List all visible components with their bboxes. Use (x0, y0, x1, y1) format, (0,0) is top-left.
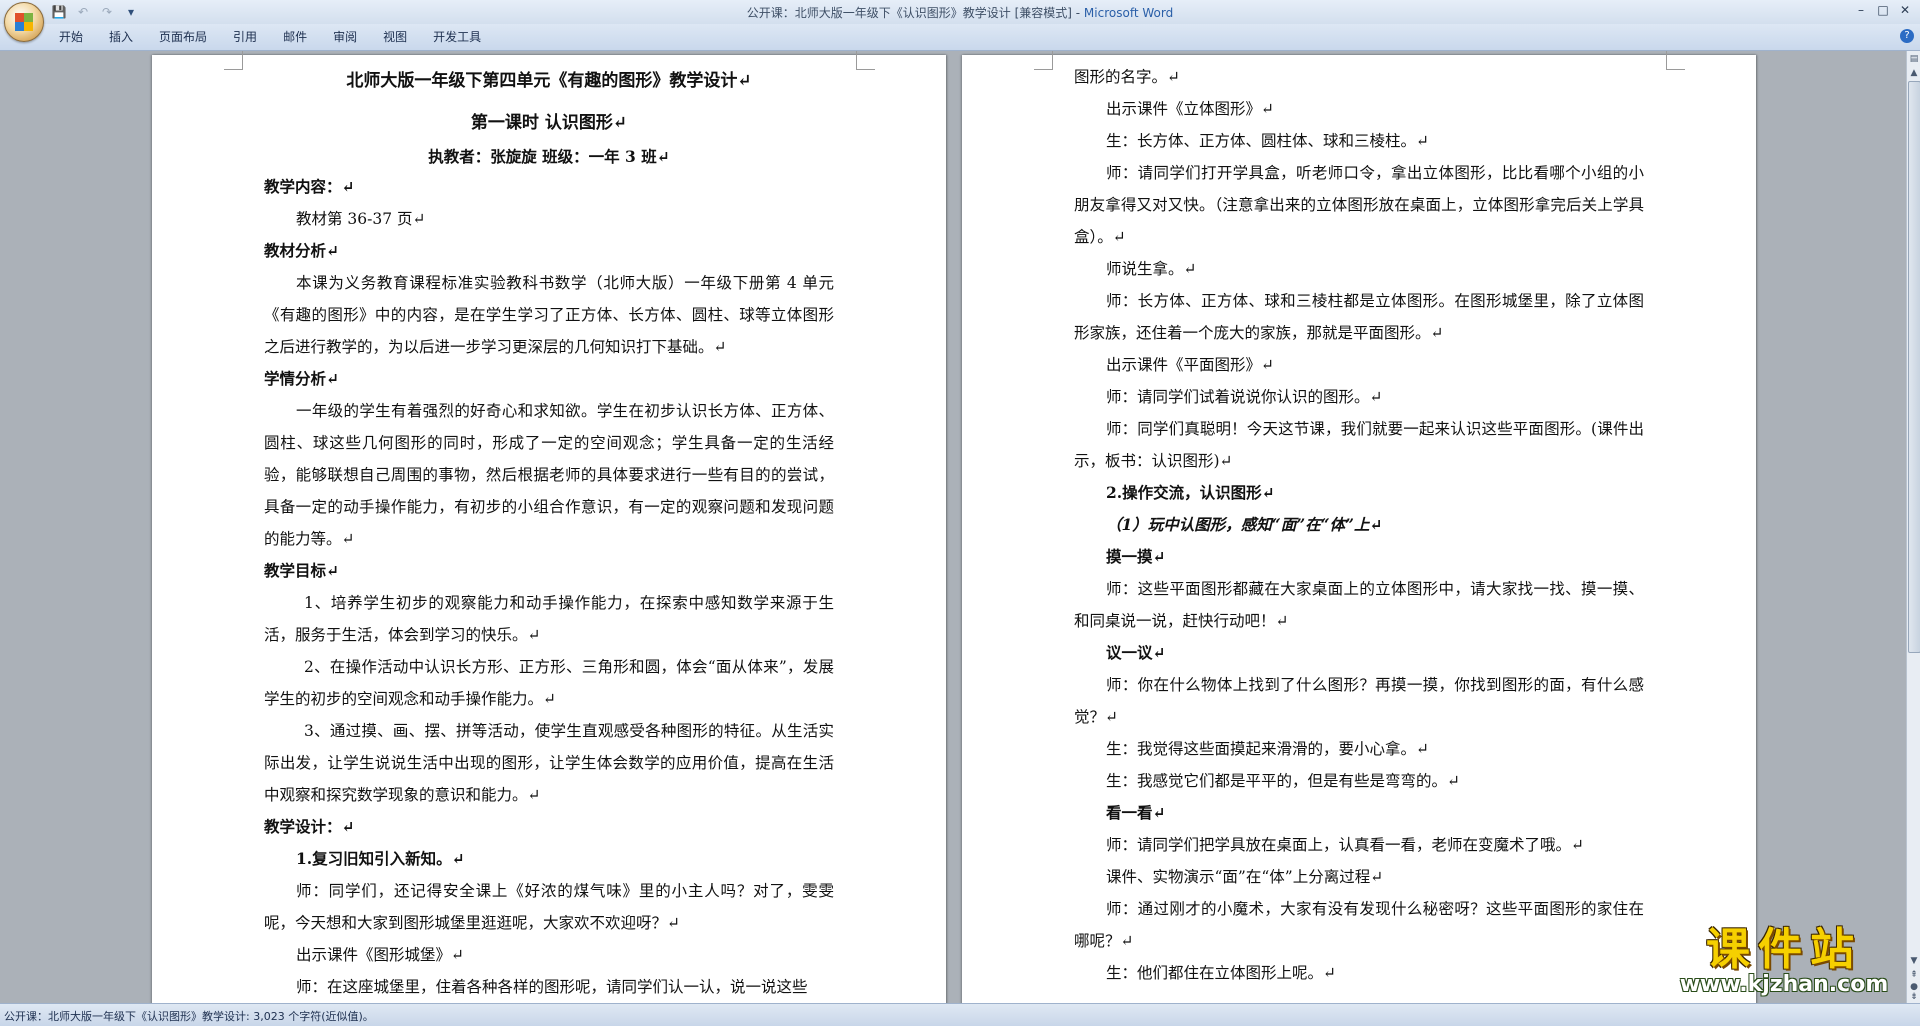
subsection-heading: （1）玩中认图形，感知“面”在“体”上↵ (1106, 515, 1383, 534)
paragraph: 生：我感觉它们都是平平的，但是有些是弯弯的。↵ (1106, 772, 1460, 790)
paragraph: 本课为义务教育课程标准实验教科书数学（北师大版）一年级下册第 4 单元《有趣的图… (264, 274, 834, 356)
watermark-title: 课件站 (1706, 924, 1862, 975)
paragraph: 出示课件《立体图形》↵ (1106, 100, 1274, 118)
minimize-button[interactable]: – (1850, 0, 1872, 20)
office-button[interactable] (4, 2, 44, 42)
paragraph: 2、在操作活动中认识长方形、正方形、三角形和圆，体会“面从体来”，发展学生的初步… (264, 658, 834, 708)
window-title: 公开课：北师大版一年级下《认识图形》教学设计 [兼容模式] - Microsof… (0, 4, 1920, 21)
vertical-scrollbar[interactable]: ▤ ▲ ▼ ⇞ ● ⇟ (1906, 51, 1920, 1003)
paragraph: 出示课件《图形城堡》↵ (296, 946, 464, 964)
paragraph: 师：请同学们把学具放在桌面上，认真看一看，老师在变魔术了哦。↵ (1106, 836, 1584, 854)
status-text: 公开课：北师大版一年级下《认识图形》教学设计: 3,023 个字符(近似值)。 (4, 1010, 374, 1023)
watermark-logo: 课件站 www.kjzhan.com (1668, 927, 1900, 999)
tab-review[interactable]: 审阅 (320, 29, 370, 45)
paragraph: 生：他们都住在立体图形上呢。↵ (1106, 964, 1336, 982)
lesson-heading: 第一课时 认识图形↵ (470, 113, 628, 133)
teacher-class-line: 执教者：张旋旋 班级：一年 3 班↵ (428, 147, 670, 166)
paragraph: 出示课件《平面图形》↵ (1106, 356, 1274, 374)
activity-heading: 议一议↵ (1106, 643, 1166, 662)
activity-heading: 摸一摸↵ (1106, 547, 1166, 566)
document-page-left: 北师大版一年级下第四单元《有趣的图形》教学设计↵ 第一课时 认识图形↵ 执教者：… (152, 51, 946, 1003)
subsection-heading: 1.复习旧知引入新知。↵ (296, 849, 465, 868)
paragraph: 3、通过摸、画、摆、拼等活动，使学生直观感受各种图形的特征。从生活实际出发，让学… (264, 722, 834, 804)
status-bar: 公开课：北师大版一年级下《认识图形》教学设计: 3,023 个字符(近似值)。 (0, 1003, 1920, 1026)
paragraph: 师：同学们，还记得安全课上《好浓的煤气味》里的小主人吗？对了，雯雯呢，今天想和大… (264, 882, 834, 932)
subsection-heading: 2.操作交流，认识图形↵ (1106, 483, 1275, 502)
paragraph: 教材第 36-37 页↵ (296, 210, 426, 228)
document-page-right: 图形的名字。↵ 出示课件《立体图形》↵ 生：长方体、正方体、圆柱体、球和三棱柱。… (962, 51, 1756, 1003)
tab-view[interactable]: 视图 (370, 29, 420, 45)
paragraph: 师：同学们真聪明！今天这节课，我们就要一起来认识这些平面图形。(课件出示，板书：… (1074, 420, 1644, 470)
document-workspace: 北师大版一年级下第四单元《有趣的图形》教学设计↵ 第一课时 认识图形↵ 执教者：… (0, 51, 1906, 1003)
paragraph: 师：请同学们试着说说你认识的图形。↵ (1106, 388, 1383, 406)
close-button[interactable]: ✕ (1894, 0, 1916, 20)
help-icon[interactable]: ? (1900, 29, 1914, 43)
section-heading: 教学内容：↵ (264, 177, 355, 196)
activity-heading: 看一看↵ (1106, 803, 1166, 822)
section-heading: 教材分析↵ (264, 241, 339, 260)
tab-mailings[interactable]: 邮件 (270, 29, 320, 45)
next-page-icon[interactable]: ⇟ (1908, 991, 1920, 1003)
ruler-toggle-icon[interactable]: ▤ (1908, 53, 1920, 65)
margin-mark (1666, 51, 1685, 70)
previous-page-icon[interactable]: ⇞ (1908, 969, 1920, 981)
tab-home[interactable]: 开始 (46, 29, 96, 45)
window-controls: – □ ✕ (1850, 0, 1916, 20)
margin-mark (1034, 51, 1053, 70)
paragraph: 生：我觉得这些面摸起来滑滑的，要小心拿。↵ (1106, 740, 1429, 758)
scroll-thumb[interactable] (1908, 81, 1920, 653)
paragraph: 师说生拿。↵ (1106, 260, 1197, 278)
paragraph: 师：这些平面图形都藏在大家桌面上的立体图形中，请大家找一找、摸一摸、和同桌说一说… (1074, 580, 1644, 630)
paragraph: 生：长方体、正方体、圆柱体、球和三棱柱。↵ (1106, 132, 1429, 150)
paragraph: 课件、实物演示“面”在“体”上分离过程↵ (1106, 868, 1384, 886)
tab-page-layout[interactable]: 页面布局 (146, 29, 220, 45)
document-title-heading: 北师大版一年级下第四单元《有趣的图形》教学设计↵ (346, 71, 752, 91)
paragraph: 师：在这座城堡里，住着各种各样的图形呢，请同学们认一认，说一说这些 (296, 978, 808, 996)
watermark-url: www.kjzhan.com (1679, 972, 1889, 997)
paragraph: 师：你在什么物体上找到了什么图形？再摸一摸，你找到图形的面，有什么感觉？↵ (1074, 676, 1644, 726)
tab-developer[interactable]: 开发工具 (420, 29, 494, 45)
section-heading: 学情分析↵ (264, 369, 339, 388)
section-heading: 教学设计：↵ (264, 817, 355, 836)
restore-button[interactable]: □ (1872, 0, 1894, 20)
scroll-up-icon[interactable]: ▲ (1908, 67, 1920, 79)
section-heading: 教学目标↵ (264, 561, 339, 580)
paragraph: 师：请同学们打开学具盒，听老师口令，拿出立体图形，比比看哪个小组的小朋友拿得又对… (1074, 164, 1644, 246)
paragraph: 1、培养学生初步的观察能力和动手操作能力，在探索中感知数学来源于生活，服务于生活… (264, 594, 834, 644)
scroll-down-icon[interactable]: ▼ (1908, 955, 1920, 967)
paragraph: 师：通过刚才的小魔术，大家有没有发现什么秘密呀？这些平面图形的家住在哪呢？↵ (1074, 900, 1644, 950)
tab-references[interactable]: 引用 (220, 29, 270, 45)
ribbon-tabs: 开始 插入 页面布局 引用 邮件 审阅 视图 开发工具 (46, 29, 494, 45)
paragraph: 师：长方体、正方体、球和三棱柱都是立体图形。在图形城堡里，除了立体图形家族，还住… (1074, 292, 1644, 342)
ribbon-tabs-bar: 开始 插入 页面布局 引用 邮件 审阅 视图 开发工具 ? (0, 24, 1920, 51)
tab-insert[interactable]: 插入 (96, 29, 146, 45)
paragraph: 一年级的学生有着强烈的好奇心和求知欲。学生在初步认识长方体、正方体、圆柱、球这些… (264, 402, 834, 548)
office-logo-icon (15, 13, 33, 31)
document-title: 公开课：北师大版一年级下《认识图形》教学设计 [兼容模式] - (746, 6, 1084, 20)
paragraph: 图形的名字。↵ (1074, 68, 1180, 86)
title-bar: 💾 ↶ ↷ ▾ 公开课：北师大版一年级下《认识图形》教学设计 [兼容模式] - … (0, 0, 1920, 42)
app-name: Microsoft Word (1083, 6, 1174, 20)
